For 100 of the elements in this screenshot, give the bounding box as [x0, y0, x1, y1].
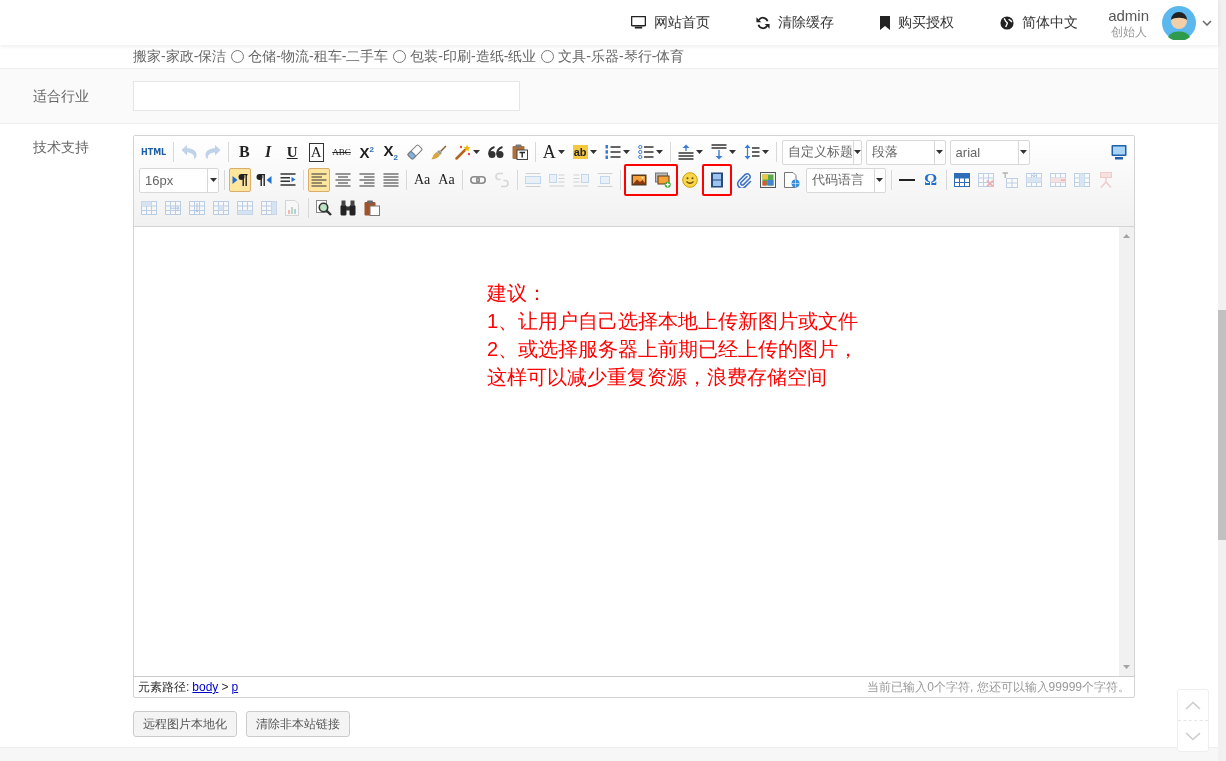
row-delete-icon	[1049, 172, 1066, 188]
editor-text: 1、让用户自己选择本地上传新图片或文件	[487, 309, 859, 334]
smiley-icon	[681, 172, 698, 188]
text-input[interactable]	[133, 81, 520, 111]
split-columns-icon	[261, 200, 277, 216]
letter-case-button[interactable]: Aa	[411, 168, 434, 192]
monitor-icon	[1111, 144, 1127, 160]
caret-icon	[472, 150, 480, 154]
script-button[interactable]: X$^{2}$	[355, 140, 378, 164]
action-button[interactable]: 清除非本站链接	[246, 711, 350, 737]
chevron-down-icon	[1185, 731, 1201, 741]
brush-icon	[430, 144, 447, 160]
scrollbar-thumb[interactable]	[1218, 310, 1226, 540]
merge-right-icon	[165, 200, 181, 216]
editor-text: 建议：	[487, 281, 547, 306]
caret-icon	[655, 150, 663, 154]
caret-icon	[853, 150, 861, 154]
indent-icon	[280, 172, 296, 188]
avatar[interactable]	[1162, 5, 1196, 40]
split-cells-icon	[213, 200, 229, 216]
dropdown[interactable]: 自定义标题	[781, 139, 862, 165]
bold-button[interactable]: B	[233, 140, 256, 164]
font-color-button[interactable]: A	[539, 140, 568, 164]
row-insert-icon	[1025, 172, 1042, 188]
radio-option[interactable]: 包装-印刷-造纸-纸业	[393, 47, 537, 66]
web-page-icon	[783, 172, 800, 188]
dropdown[interactable]: 段落	[865, 139, 946, 165]
line-height-icon	[743, 144, 760, 160]
align-left-icon	[311, 172, 327, 188]
right-to-left-icon	[256, 172, 272, 188]
images-icon	[654, 172, 671, 188]
cell-split-icon	[1097, 172, 1114, 188]
caret-icon	[761, 150, 769, 154]
nav-link[interactable]: 购买授权	[880, 13, 955, 32]
scroll-down-arrow-icon[interactable]	[1123, 665, 1130, 669]
monitor-icon	[631, 16, 647, 29]
radio-icon[interactable]	[393, 50, 407, 63]
user-role: 创始人	[1110, 25, 1147, 38]
table-paragraph-icon	[1001, 172, 1018, 188]
dropdown[interactable]: arial	[949, 139, 1030, 165]
nav-link[interactable]: 简体中文	[1000, 13, 1079, 32]
highlight-button[interactable]: ab	[569, 140, 600, 164]
special-character-button[interactable]: Ω	[919, 168, 942, 192]
letter-case-button[interactable]: Aa	[435, 168, 458, 192]
radio-icon[interactable]	[231, 50, 245, 63]
split-rows-icon	[237, 200, 253, 216]
italic-button[interactable]: I	[257, 140, 280, 164]
clipboard-text-icon	[511, 144, 528, 160]
editor-text: 这样可以减少重复资源，浪费存储空间	[487, 365, 827, 390]
action-button[interactable]: 远程图片本地化	[133, 711, 237, 737]
broken-link-icon	[493, 172, 510, 188]
caret-icon	[622, 150, 630, 154]
caret-icon	[589, 150, 597, 154]
space-below-icon	[710, 144, 727, 160]
radio-option[interactable]: 文具-乐器-琴行-体育	[541, 47, 685, 66]
quote-icon	[487, 144, 504, 160]
html-source-button[interactable]: HTML	[138, 140, 170, 164]
radio-icon[interactable]	[541, 50, 555, 63]
chart-icon	[285, 200, 301, 216]
caret-icon	[1020, 150, 1028, 154]
dropdown[interactable]: 16px	[139, 167, 219, 193]
refresh-icon	[756, 15, 771, 30]
field-label: 技术支持	[32, 138, 90, 157]
merge-down-icon	[189, 200, 205, 216]
dropdown[interactable]: 代码语言	[805, 167, 886, 193]
word-count: 当前已输入0个字符, 您还可以输入99999个字符。	[867, 678, 1130, 696]
caret-icon	[936, 150, 944, 154]
chevron-up-icon	[1185, 700, 1201, 710]
clipboard-icon	[364, 200, 380, 216]
paperclip-icon	[735, 172, 752, 188]
caret-icon	[876, 178, 884, 182]
underline-button[interactable]: U	[281, 140, 304, 164]
nav-link[interactable]: 网站首页	[631, 13, 711, 32]
film-icon	[708, 172, 725, 188]
numbered-list-icon	[604, 144, 621, 160]
left-to-right-button[interactable]	[229, 168, 251, 192]
nav-link[interactable]: 清除缓存	[756, 13, 835, 32]
align-center-icon	[335, 172, 351, 188]
left-to-right-icon	[232, 172, 248, 188]
bookmark-icon	[880, 15, 891, 30]
align-right-icon	[359, 172, 375, 188]
script-button[interactable]: X$_{2}$	[379, 140, 402, 164]
image-right-icon	[572, 172, 589, 188]
globe-icon	[1000, 15, 1015, 30]
path-separator: >	[221, 680, 229, 694]
chevron-down-icon[interactable]	[1202, 19, 1212, 26]
caret-icon	[209, 178, 217, 182]
strikethrough-button[interactable]: ABC	[329, 140, 354, 164]
space-above-icon	[677, 144, 694, 160]
image-center-icon	[596, 172, 613, 188]
path-link[interactable]: body	[192, 680, 219, 694]
binoculars-icon	[340, 200, 356, 216]
editing-area[interactable]: 建议： 1、让用户自己选择本地上传新图片或文件 2、或选择服务器上前期已经上传的图片， 这样可以减少重复资源，浪费存储空间	[134, 227, 1119, 676]
table-delete-icon	[977, 172, 994, 188]
radio-option[interactable]: 仓储-物流-租车-二手车	[231, 47, 389, 66]
undo-icon	[181, 144, 198, 160]
cell-merge-icon	[141, 200, 157, 216]
justify-icon	[383, 172, 399, 188]
path-link[interactable]: p	[231, 680, 239, 694]
scroll-up-arrow-icon[interactable]	[1123, 234, 1130, 238]
